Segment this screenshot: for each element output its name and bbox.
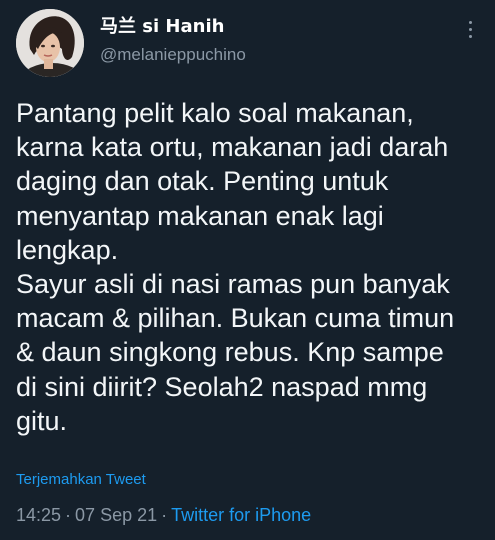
tweet-text: Pantang pelit kalo soal makanan, karna k…: [16, 98, 455, 436]
display-name[interactable]: 马兰 si Hanih: [100, 15, 246, 39]
meta-separator: ·: [65, 505, 72, 525]
avatar-photo: [16, 9, 84, 77]
tweet-date[interactable]: 07 Sep 21: [75, 505, 157, 525]
user-handle[interactable]: @melanieppuchino: [100, 44, 246, 66]
translate-tweet-link[interactable]: Terjemahkan Tweet: [16, 470, 146, 490]
more-options-icon[interactable]: [467, 21, 473, 43]
user-info: 马兰 si Hanih @melanieppuchino: [100, 15, 246, 66]
tweet-source-link[interactable]: Twitter for iPhone: [171, 505, 311, 525]
tweet-time[interactable]: 14:25: [16, 505, 61, 525]
tweet-header: 马兰 si Hanih @melanieppuchino: [16, 9, 483, 79]
avatar[interactable]: [16, 9, 84, 77]
tweet-card: 马兰 si Hanih @melanieppuchino Pantang pel…: [0, 0, 495, 540]
tweet-meta: 14:25 · 07 Sep 21 · Twitter for iPhone: [16, 504, 311, 526]
meta-separator: ·: [161, 505, 168, 525]
